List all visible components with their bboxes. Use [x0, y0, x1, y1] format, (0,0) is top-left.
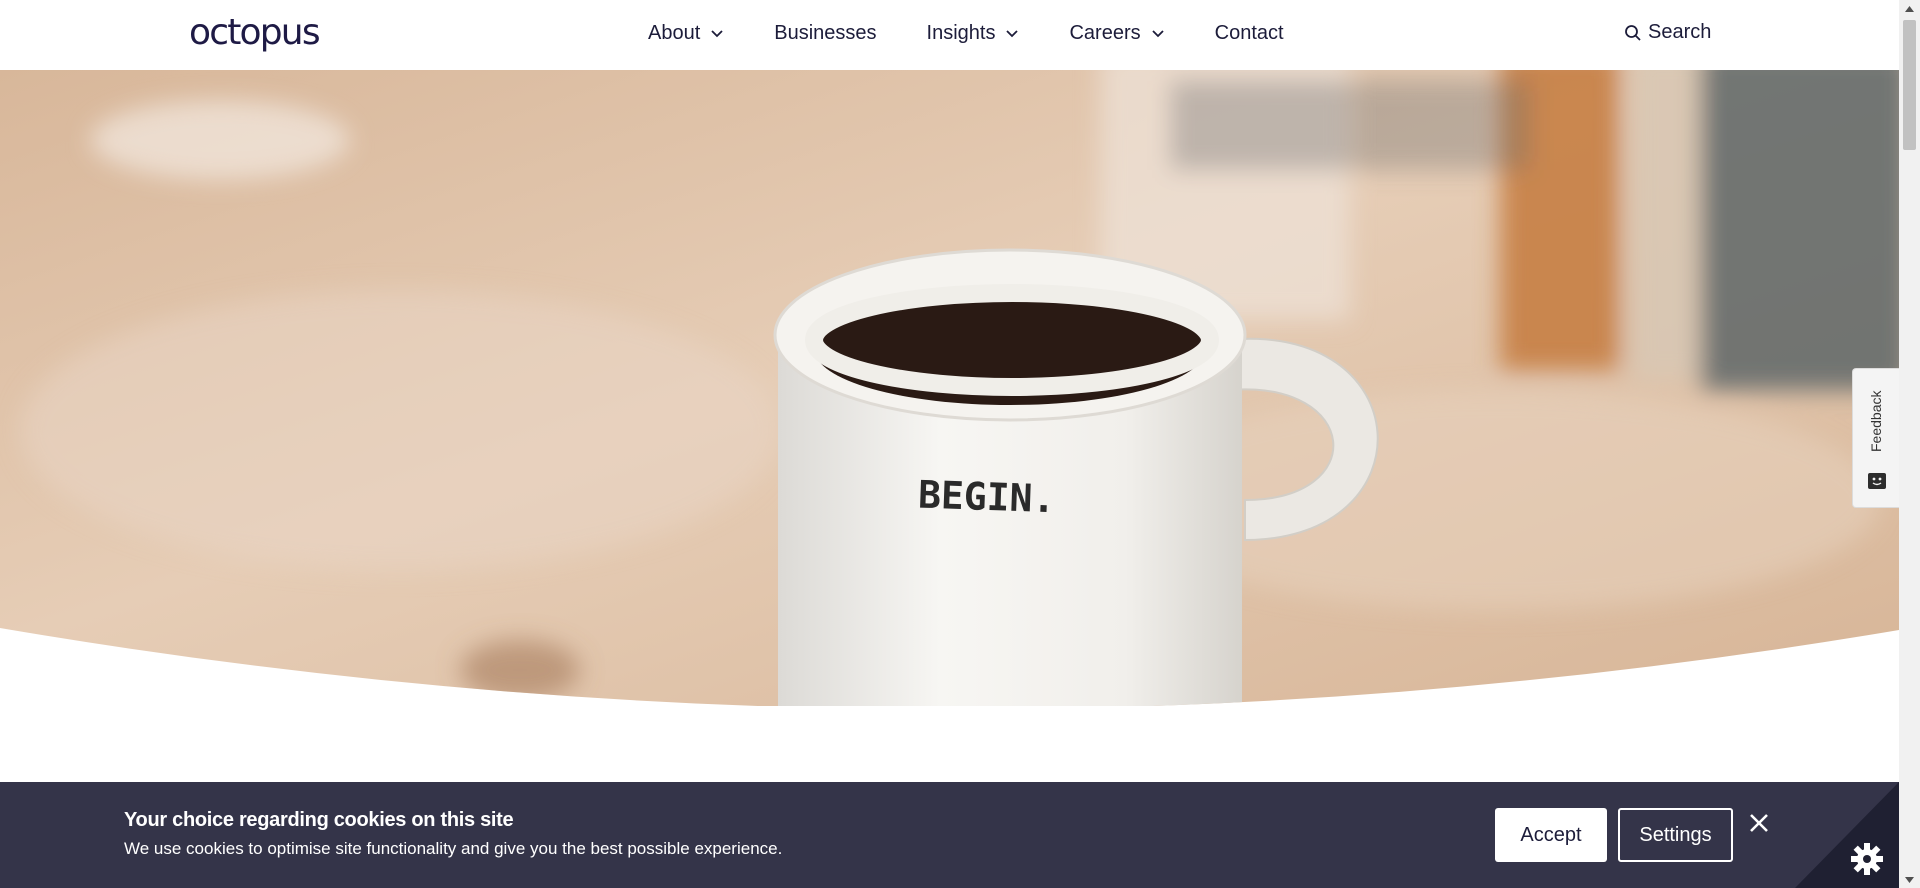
- nav-item-label: Contact: [1214, 21, 1284, 44]
- nav-item-insights[interactable]: Insights: [927, 22, 1020, 45]
- search-icon: [1625, 24, 1641, 41]
- cookie-banner-title: Your choice regarding cookies on this si…: [124, 809, 514, 831]
- scroll-thumb[interactable]: [1903, 20, 1916, 150]
- search-button[interactable]: Search: [1624, 21, 1711, 44]
- chevron-down-icon: [711, 30, 723, 38]
- coffee-mug-photo: BEGIN.: [0, 70, 1899, 706]
- cookie-settings-gear-icon[interactable]: [1795, 782, 1899, 888]
- close-icon[interactable]: [1746, 810, 1772, 836]
- nav-item-label: Businesses: [774, 21, 877, 44]
- search-label: Search: [1648, 21, 1712, 43]
- nav-item-careers[interactable]: Careers: [1069, 22, 1164, 45]
- chevron-down-icon: [1151, 30, 1164, 38]
- feedback-label: Feedback: [1868, 390, 1884, 452]
- chevron-down-icon: [1006, 30, 1019, 38]
- hero-image: BEGIN.: [0, 70, 1899, 706]
- feedback-face-icon: [1868, 473, 1886, 489]
- cookie-settings-button[interactable]: Settings: [1618, 808, 1733, 862]
- cookie-banner: Your choice regarding cookies on this si…: [0, 782, 1899, 888]
- nav-item-label: About: [648, 21, 701, 44]
- feedback-tab[interactable]: Feedback: [1852, 368, 1899, 508]
- nav-item-businesses[interactable]: Businesses: [774, 22, 876, 45]
- accept-cookies-button[interactable]: Accept: [1495, 808, 1607, 862]
- cookie-banner-text: We use cookies to optimise site function…: [124, 839, 783, 858]
- nav-item-about[interactable]: About: [648, 22, 724, 45]
- octopus-logo[interactable]: octopus: [189, 13, 321, 53]
- nav-item-label: Insights: [926, 21, 996, 44]
- page-scrollbar[interactable]: [1899, 0, 1920, 888]
- mug-text: BEGIN.: [917, 473, 1056, 522]
- scroll-down-arrow-icon[interactable]: [1899, 871, 1920, 888]
- main-nav: About Businesses Insights Careers Contac…: [648, 18, 1284, 48]
- nav-item-contact[interactable]: Contact: [1215, 22, 1284, 45]
- scroll-up-arrow-icon[interactable]: [1899, 0, 1920, 17]
- nav-item-label: Careers: [1069, 21, 1141, 44]
- site-header: octopus About Businesses Insights Career…: [0, 0, 1899, 70]
